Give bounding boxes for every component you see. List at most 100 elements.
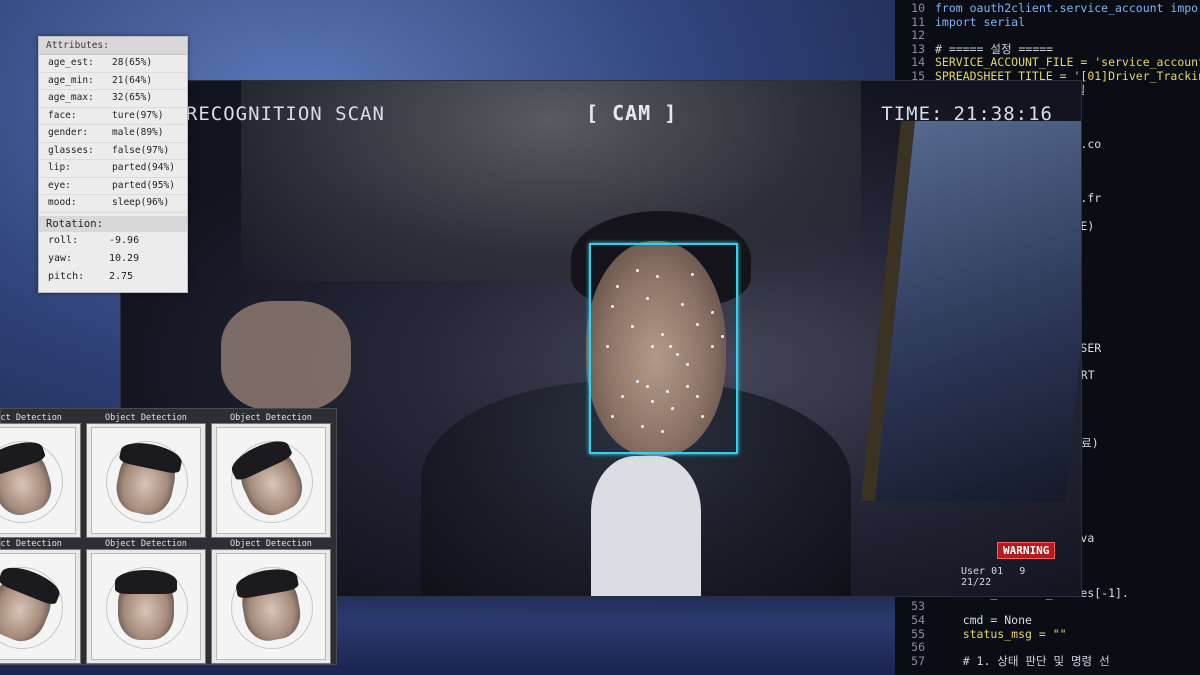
attribute-row: age_min: 21(64%) xyxy=(39,73,187,90)
landmark-dot xyxy=(721,335,724,338)
attribute-value: 32(65%) xyxy=(112,92,153,103)
code-line-number: 13 xyxy=(911,41,925,56)
attribute-value: sleep(96%) xyxy=(112,197,170,208)
car-window xyxy=(861,121,1081,501)
code-line-number: 11 xyxy=(911,14,925,29)
detection-plot xyxy=(0,427,76,534)
landmark-dot xyxy=(606,345,609,348)
rotation-row: roll: -9.96 xyxy=(39,232,187,250)
detection-plot xyxy=(0,553,76,660)
rotation-key: roll: xyxy=(48,234,79,246)
time-readout: TIME: 21:38:16 xyxy=(881,103,1053,125)
landmark-dot xyxy=(651,400,654,403)
attribute-row: mood: sleep(96%) xyxy=(39,195,187,213)
code-line-number: 12 xyxy=(911,28,925,43)
landmark-dot xyxy=(611,415,614,418)
attributes-panel: Attributes: age_est: 28(65%) age_min: 21(64… xyxy=(38,36,188,293)
landmark-dot xyxy=(646,385,649,388)
landmark-dot xyxy=(669,345,672,348)
code-line-number: 55 xyxy=(911,626,925,641)
code-line: # 1. 상태 판단 및 명령 선 xyxy=(935,653,1110,668)
landmark-dot xyxy=(666,390,669,393)
landmark-dot xyxy=(701,415,704,418)
code-line-number: 14 xyxy=(911,55,925,70)
landmark-dot xyxy=(681,303,684,306)
rotation-value: 10.29 xyxy=(109,252,140,264)
detection-tile: Object Detection xyxy=(211,413,331,538)
attribute-row: gender: male(89%) xyxy=(39,125,187,143)
detection-tile: Object Detection xyxy=(86,539,206,664)
detection-tile-label: Object Detection xyxy=(105,413,187,423)
landmark-dot xyxy=(651,345,654,348)
attribute-key: mood: xyxy=(48,197,77,208)
rotation-value: -9.96 xyxy=(109,234,140,246)
detection-tile: Object Detection xyxy=(211,539,331,664)
detection-plot xyxy=(91,553,201,660)
attribute-row: eye: parted(95%) xyxy=(39,178,187,195)
landmark-dot xyxy=(711,345,714,348)
status-num: 9 xyxy=(1019,566,1026,577)
attribute-key: age_min: xyxy=(48,74,94,86)
face-thumbnail xyxy=(111,442,181,519)
attribute-key: glasses: xyxy=(48,144,94,156)
rotation-value: 2.75 xyxy=(109,270,134,282)
landmark-dot xyxy=(646,297,649,300)
attribute-value: 21(64%) xyxy=(112,74,153,86)
landmark-dot xyxy=(696,395,699,398)
detection-tile-label: Object Detection xyxy=(0,413,62,423)
face-bounding-box xyxy=(589,243,738,454)
attribute-row: face: ture(97%) xyxy=(39,108,187,125)
attribute-key: eye: xyxy=(48,179,71,191)
attribute-key: age_max: xyxy=(48,92,94,103)
landmark-dot xyxy=(661,430,664,433)
code-line-number: 57 xyxy=(911,653,925,668)
rotation-key: yaw: xyxy=(48,252,73,264)
face-thumbnail xyxy=(115,569,177,640)
code-line-number: 53 xyxy=(911,599,925,614)
attribute-row: age_max: 32(65%) xyxy=(39,90,187,108)
rotation-row: yaw: 10.29 xyxy=(39,250,187,268)
landmark-dot xyxy=(661,333,664,336)
landmark-dot xyxy=(696,323,699,326)
attribute-row: age_est: 28(65%) xyxy=(39,55,187,73)
time-label: TIME: xyxy=(881,103,944,125)
detection-tile: Object Detection xyxy=(0,539,81,664)
landmark-dot xyxy=(636,380,639,383)
attribute-row: glasses: false(97%) xyxy=(39,143,187,160)
rotation-row: pitch: 2.75 xyxy=(39,268,187,286)
rotation-key: pitch: xyxy=(48,270,85,282)
code-line-number: 56 xyxy=(911,640,925,655)
scan-title: E RECOGNITION SCAN xyxy=(161,103,385,125)
landmark-dot xyxy=(671,407,674,410)
status-frame: 21/22 xyxy=(961,577,992,588)
attribute-list: age_est: 28(65%) age_min: 21(64%) age_max: 32… xyxy=(39,55,187,213)
cam-status: User 01 9 21/22 xyxy=(961,566,1081,588)
attribute-key: lip: xyxy=(48,162,71,173)
warning-badge: WARNING xyxy=(997,542,1056,559)
landmark-dot xyxy=(676,353,679,356)
landmark-dot xyxy=(616,285,619,288)
attribute-value: ture(97%) xyxy=(112,109,164,121)
detection-tile: Object Detection xyxy=(0,413,81,538)
detection-tile-label: Object Detection xyxy=(230,539,312,549)
code-line: from oauth2client.service_account import xyxy=(935,1,1200,15)
landmark-dot xyxy=(686,363,689,366)
landmark-dot xyxy=(641,425,644,428)
code-line: # ===== 설정 ===== xyxy=(935,41,1054,56)
code-line: SERVICE_ACCOUNT_FILE = 'service_account. xyxy=(935,55,1200,70)
rotation-list: roll: -9.96 yaw: 10.29 pitch: 2.75 xyxy=(39,232,187,286)
attribute-value: parted(94%) xyxy=(112,162,175,173)
detection-tile: Object Detection xyxy=(86,413,206,538)
code-line-number: 54 xyxy=(911,613,925,627)
attribute-value: 28(65%) xyxy=(112,57,153,68)
landmark-dot xyxy=(691,273,694,276)
landmark-dot xyxy=(711,311,714,314)
attributes-header: Attributes: xyxy=(39,37,187,55)
attribute-value: male(89%) xyxy=(112,127,164,138)
landmark-dot xyxy=(636,269,639,272)
status-user: User 01 xyxy=(961,566,1004,577)
landmark-dot xyxy=(631,325,634,328)
code-line: import serial xyxy=(935,14,1026,29)
landmark-dot xyxy=(686,385,689,388)
detection-plot xyxy=(216,553,326,660)
